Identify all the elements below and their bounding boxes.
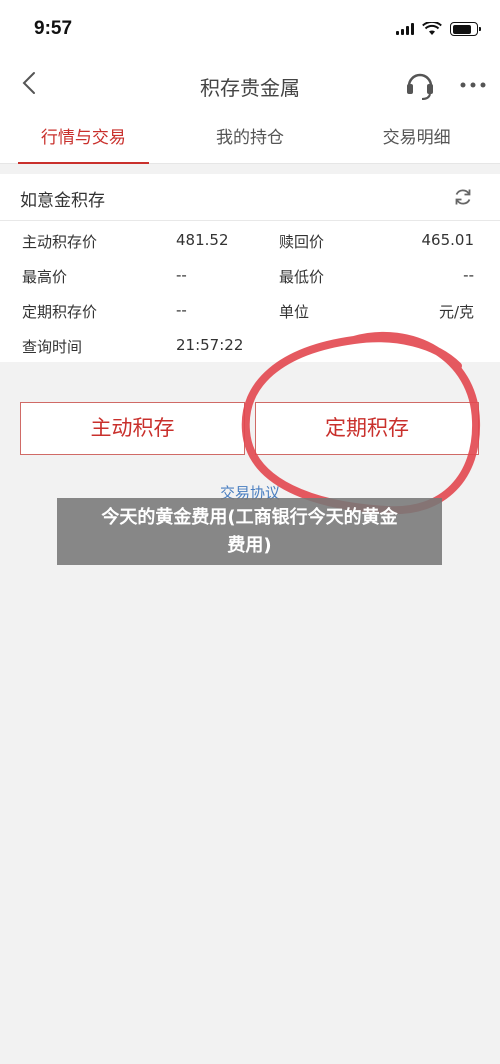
active-save-price-value: 481.52 <box>176 231 229 249</box>
highest-price-value: -- <box>176 266 187 284</box>
active-save-price-label: 主动积存价 <box>22 233 98 251</box>
nav-bar: 积存贵金属 <box>0 56 500 112</box>
refresh-icon[interactable] <box>452 186 474 208</box>
customer-service-headset-icon[interactable] <box>403 68 437 102</box>
status-icons <box>396 22 481 36</box>
tab-market-trading[interactable]: 行情与交易 <box>0 112 167 164</box>
caption-banner: 今天的黄金费用(工商银行今天的黄金 费用) <box>57 498 442 565</box>
lowest-price-value: -- <box>463 266 474 284</box>
wifi-icon <box>422 22 442 35</box>
cellular-signal-icon <box>396 23 414 35</box>
unit-label: 单位 <box>279 303 310 321</box>
battery-icon <box>450 22 481 36</box>
lowest-price-label: 最低价 <box>279 268 325 286</box>
price-grid: 主动积存价 481.52 赎回价 465.01 最高价 -- 最低价 -- 定期… <box>0 221 500 361</box>
redeem-price-value: 465.01 <box>421 231 475 249</box>
scheduled-save-price-value: -- <box>176 301 187 319</box>
status-time: 9:57 <box>34 18 73 39</box>
card-title: 如意金积存 <box>20 191 105 211</box>
query-time-label: 查询时间 <box>22 338 83 356</box>
more-options-icon[interactable] <box>458 70 488 100</box>
redeem-price-label: 赎回价 <box>279 233 325 251</box>
card-header: 如意金积存 <box>0 174 500 221</box>
caption-line-1: 今天的黄金费用(工商银行今天的黄金 <box>101 507 398 528</box>
scheduled-save-price-label: 定期积存价 <box>22 303 98 321</box>
active-save-button[interactable]: 主动积存 <box>20 402 245 455</box>
unit-value: 元/克 <box>438 303 474 321</box>
tab-bar: 行情与交易 我的持仓 交易明细 <box>0 112 500 164</box>
query-time-value: 21:57:22 <box>176 336 244 354</box>
tab-my-holdings[interactable]: 我的持仓 <box>167 112 334 163</box>
scheduled-save-button[interactable]: 定期积存 <box>255 402 479 455</box>
price-card: 如意金积存 主动积存价 481.52 赎回价 465.01 最高价 -- 最低价… <box>0 174 500 362</box>
tab-transaction-details[interactable]: 交易明细 <box>333 112 500 163</box>
status-bar: 9:57 <box>0 0 500 56</box>
highest-price-label: 最高价 <box>22 268 68 286</box>
caption-line-2: 费用) <box>227 535 272 556</box>
